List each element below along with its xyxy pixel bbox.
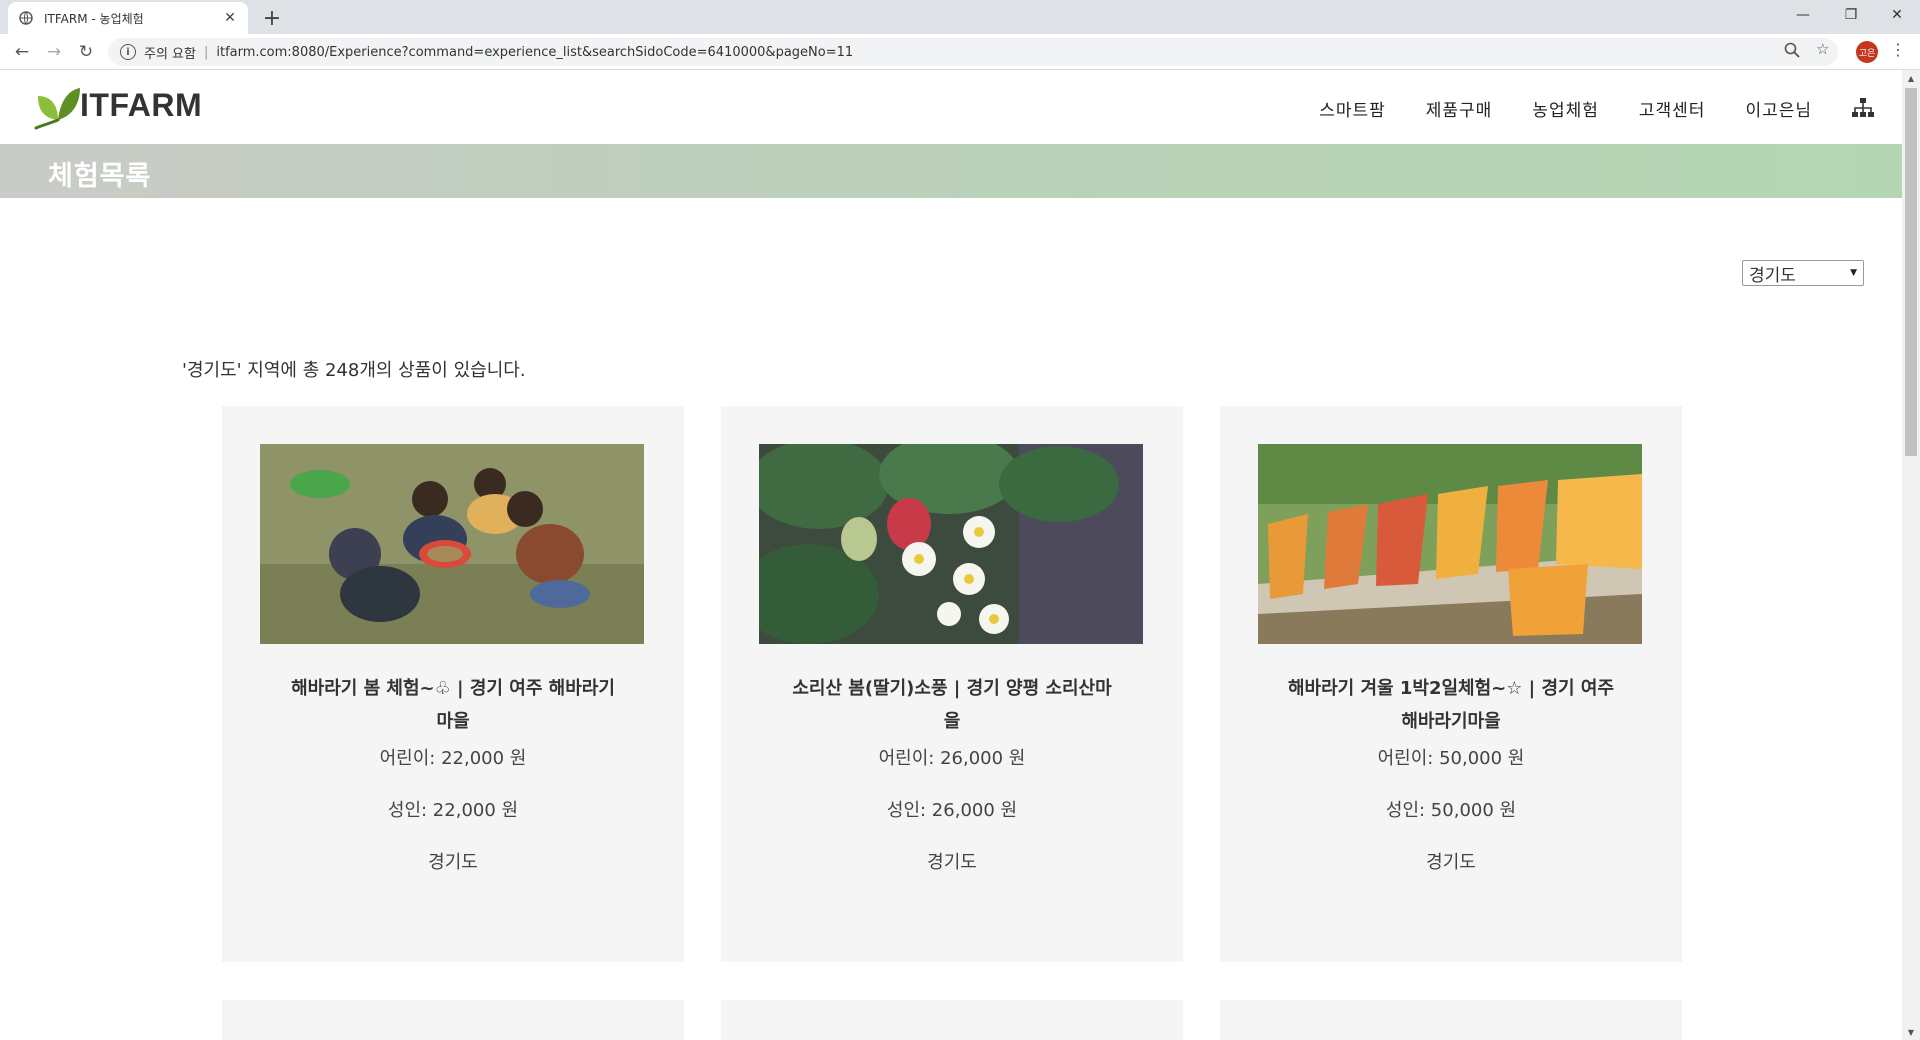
product-image[interactable] — [260, 444, 644, 644]
result-summary: '경기도' 지역에 총 248개의 상품이 있습니다. — [182, 360, 526, 381]
browser-tab[interactable]: ITFARM - 농업체험 ✕ — [8, 2, 248, 34]
tab-title: ITFARM - 농업체험 — [44, 11, 144, 26]
security-label: 주의 요함 — [144, 46, 196, 62]
product-region: 경기도 — [1426, 852, 1476, 873]
nav-item-shop[interactable]: 제품구매 — [1426, 96, 1493, 121]
region-select[interactable]: 경기도 ▼ — [1742, 260, 1864, 286]
child-price: 어린이: 50,000 원 — [1377, 748, 1525, 769]
product-image[interactable] — [1258, 444, 1642, 644]
leaf-logo-icon — [34, 88, 80, 130]
product-name[interactable]: 소리산 봄(딸기)소풍 | 경기 양평 소리산마을 — [787, 672, 1117, 738]
adult-price: 성인: 22,000 원 — [387, 800, 519, 821]
site-header: ITFARM 스마트팜 제품구매 농업체험 고객센터 이고은님 — [0, 70, 1902, 144]
zoom-icon[interactable] — [1784, 42, 1800, 62]
minimize-icon[interactable]: — — [1780, 0, 1826, 30]
nav-item-support[interactable]: 고객센터 — [1639, 96, 1706, 121]
adult-price: 성인: 50,000 원 — [1385, 800, 1517, 821]
adult-price: 성인: 26,000 원 — [886, 800, 1018, 821]
new-tab-button[interactable]: + — [258, 4, 286, 32]
address-bar: ← → ↻ i 주의 요함 | itfarm.com:8080/Experien… — [0, 34, 1920, 70]
scrollbar-thumb[interactable] — [1905, 88, 1917, 456]
product-name[interactable]: 해바라기 겨울 1박2일체험~☆ | 경기 여주 해바라기마을 — [1286, 672, 1616, 738]
browser-tabbar: ITFARM - 농업체험 ✕ + — ❐ ✕ — [0, 0, 1920, 34]
region-select-value: 경기도 — [1749, 265, 1796, 286]
product-region: 경기도 — [927, 852, 977, 873]
tab-close-icon[interactable]: ✕ — [222, 10, 238, 26]
product-card-partial[interactable] — [222, 1000, 684, 1040]
url-separator: | — [203, 44, 209, 60]
menu-kebab-icon[interactable]: ⋮ — [1890, 40, 1906, 59]
reload-icon[interactable]: ↻ — [72, 38, 100, 66]
globe-icon — [18, 10, 34, 26]
product-card-partial[interactable] — [721, 1000, 1183, 1040]
bookmark-star-icon[interactable]: ☆ — [1816, 40, 1829, 58]
url-text: itfarm.com:8080/Experience?command=exper… — [216, 44, 854, 60]
product-region: 경기도 — [428, 852, 478, 873]
product-card[interactable]: 해바라기 겨울 1박2일체험~☆ | 경기 여주 해바라기마을 어린이: 50,… — [1220, 406, 1682, 962]
page-title: 체험목록 — [48, 161, 152, 192]
nav-item-experience[interactable]: 농업체험 — [1532, 96, 1599, 121]
restore-icon[interactable]: ❐ — [1828, 0, 1874, 30]
page-viewport: ITFARM 스마트팜 제품구매 농업체험 고객센터 이고은님 체험목록 경기도… — [0, 70, 1902, 1040]
product-name[interactable]: 해바라기 봄 체험~♧ | 경기 여주 해바라기마을 — [288, 672, 618, 738]
url-input[interactable]: i 주의 요함 | itfarm.com:8080/Experience?com… — [108, 38, 1838, 66]
scroll-up-icon[interactable]: ▲ — [1902, 70, 1920, 86]
product-card[interactable]: 소리산 봄(딸기)소풍 | 경기 양평 소리산마을 어린이: 26,000 원 … — [721, 406, 1183, 962]
nav-item-smartfarm[interactable]: 스마트팜 — [1319, 96, 1386, 121]
product-card-partial[interactable] — [1220, 1000, 1682, 1040]
main-nav: 스마트팜 제품구매 농업체험 고객센터 이고은님 — [1279, 96, 1812, 121]
window-close-icon[interactable]: ✕ — [1874, 0, 1920, 30]
forward-icon[interactable]: → — [40, 38, 68, 66]
product-image[interactable] — [759, 444, 1143, 644]
logo-text: ITFARM — [80, 86, 203, 123]
child-price: 어린이: 22,000 원 — [379, 748, 527, 769]
select-arrow-icon: ▼ — [1850, 268, 1857, 278]
page-banner: 체험목록 — [0, 144, 1902, 198]
scroll-down-icon[interactable]: ▼ — [1902, 1024, 1920, 1040]
child-price: 어린이: 26,000 원 — [878, 748, 1026, 769]
site-logo[interactable]: ITFARM — [34, 80, 202, 130]
profile-avatar[interactable]: 고은 — [1856, 41, 1878, 63]
info-icon[interactable]: i — [120, 44, 136, 60]
page-scrollbar[interactable]: ▲ ▼ — [1902, 70, 1920, 1040]
sitemap-icon[interactable] — [1852, 98, 1874, 118]
product-card[interactable]: 해바라기 봄 체험~♧ | 경기 여주 해바라기마을 어린이: 22,000 원… — [222, 406, 684, 962]
nav-item-user[interactable]: 이고은님 — [1745, 96, 1812, 121]
back-icon[interactable]: ← — [8, 38, 36, 66]
